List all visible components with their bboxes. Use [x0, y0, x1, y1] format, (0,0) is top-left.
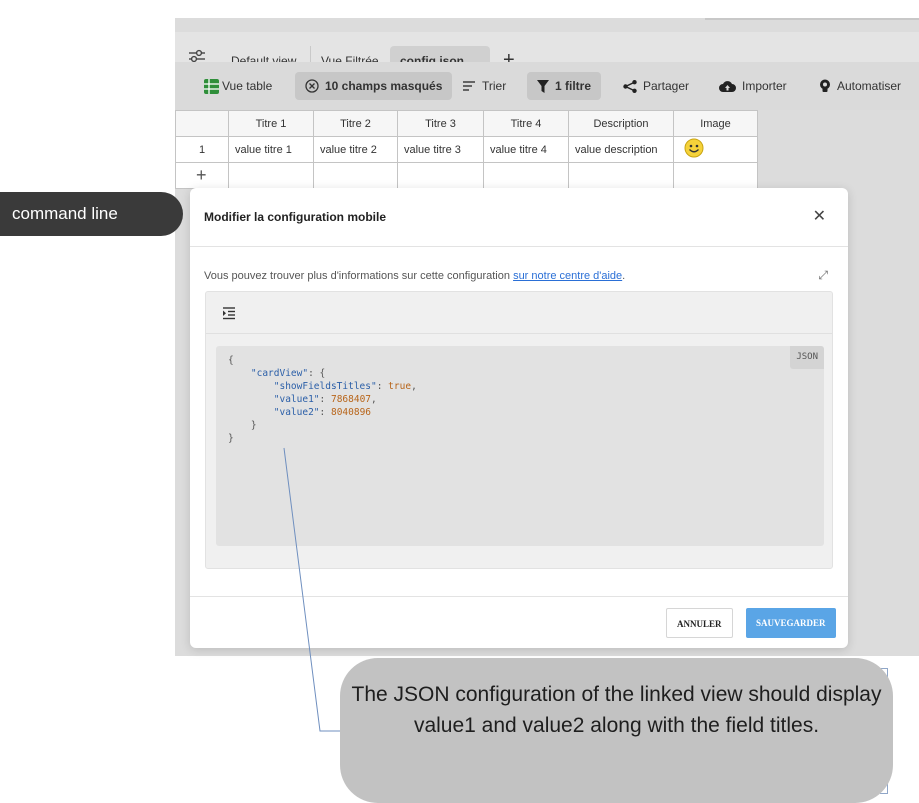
annotation-callout: The JSON configuration of the linked vie…	[340, 658, 893, 803]
